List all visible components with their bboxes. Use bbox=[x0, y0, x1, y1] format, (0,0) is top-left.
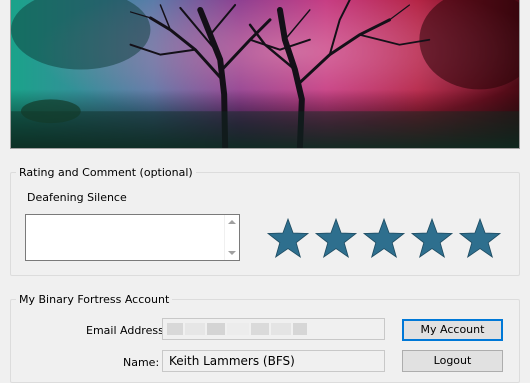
comment-input[interactable] bbox=[25, 214, 240, 261]
email-label: Email Address: bbox=[86, 324, 168, 337]
wallpaper-title: Deafening Silence bbox=[27, 191, 127, 204]
comment-scrollbar[interactable] bbox=[224, 215, 239, 260]
scroll-down-icon[interactable] bbox=[228, 251, 236, 255]
account-group-legend: My Binary Fortress Account bbox=[19, 293, 170, 306]
redaction-block bbox=[185, 323, 205, 335]
redaction-block bbox=[207, 323, 225, 335]
redaction-block bbox=[227, 323, 249, 335]
scroll-up-icon[interactable] bbox=[228, 220, 236, 224]
name-label: Name: bbox=[123, 356, 160, 369]
my-account-button[interactable]: My Account bbox=[402, 319, 503, 341]
star-icon[interactable] bbox=[266, 217, 310, 258]
star-icon[interactable] bbox=[314, 217, 358, 258]
wallpaper-preview bbox=[10, 0, 520, 149]
star-rating[interactable] bbox=[266, 217, 506, 261]
wallpaper-image bbox=[11, 0, 519, 148]
star-icon[interactable] bbox=[362, 217, 406, 258]
star-icon[interactable] bbox=[458, 217, 502, 258]
redaction-block bbox=[251, 323, 269, 335]
redaction-block bbox=[271, 323, 291, 335]
redaction-block bbox=[167, 323, 183, 335]
email-field bbox=[162, 318, 385, 340]
rating-group-legend: Rating and Comment (optional) bbox=[19, 166, 193, 179]
star-icon[interactable] bbox=[410, 217, 454, 258]
logout-button[interactable]: Logout bbox=[402, 350, 503, 372]
redaction-block bbox=[293, 323, 307, 335]
name-field: Keith Lammers (BFS) bbox=[162, 350, 385, 372]
